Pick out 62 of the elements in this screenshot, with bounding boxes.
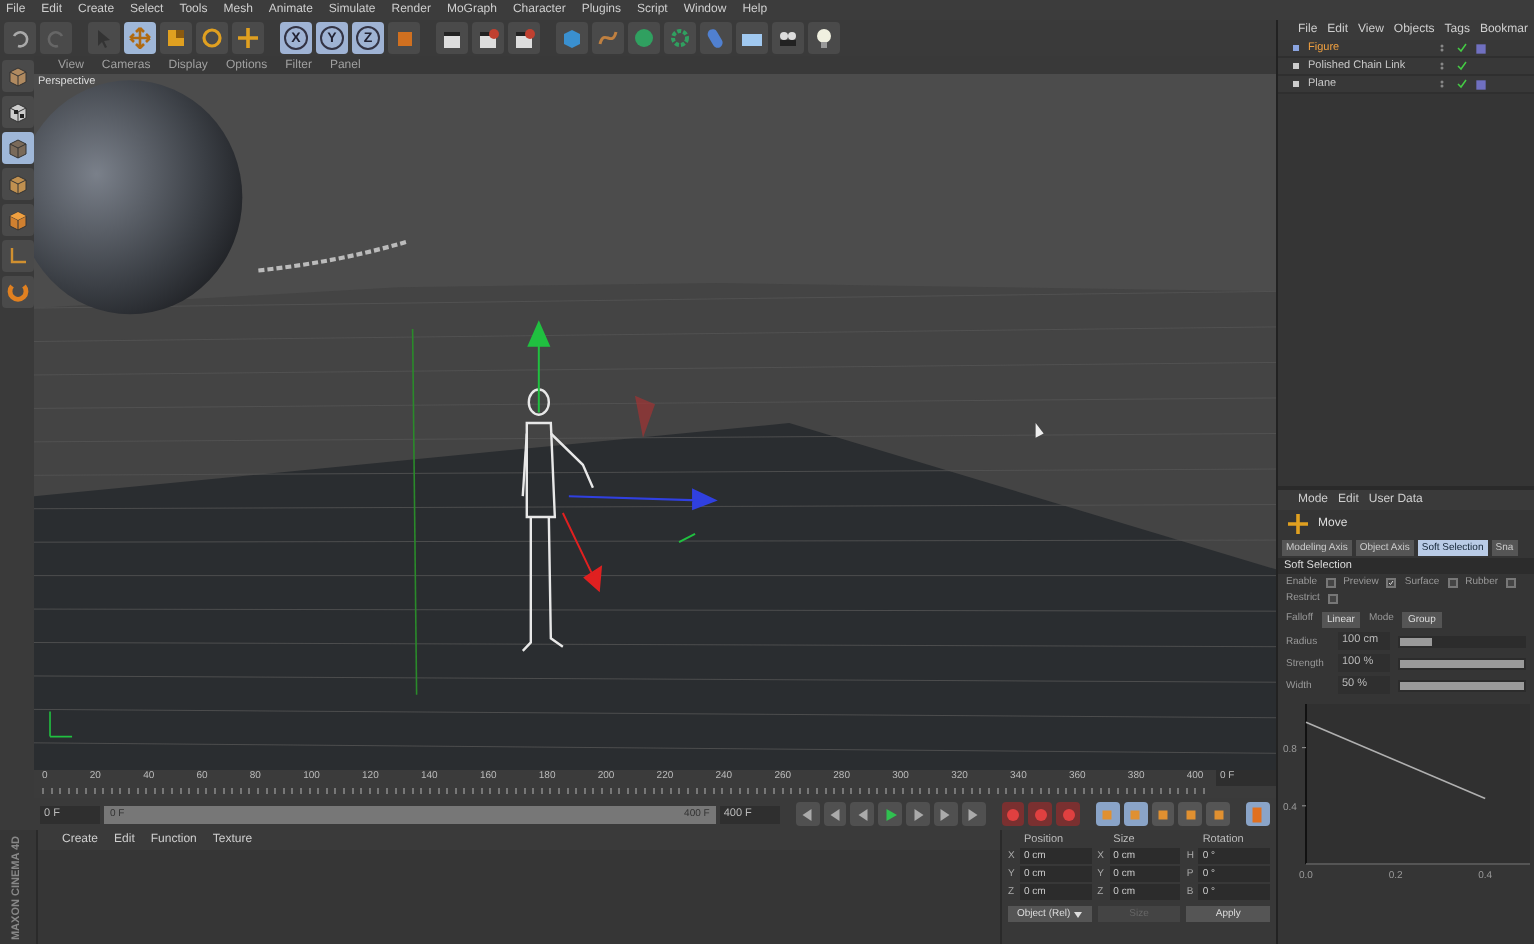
tag-icon bbox=[1474, 41, 1488, 55]
autokey-button[interactable] bbox=[1028, 802, 1053, 826]
checker-cube-icon bbox=[5, 100, 29, 124]
next-key-button[interactable] bbox=[933, 802, 958, 826]
clapperboard-icon bbox=[440, 26, 464, 50]
camera-icon bbox=[776, 26, 800, 50]
position-key-button[interactable] bbox=[1095, 802, 1120, 826]
next-frame-button[interactable] bbox=[906, 802, 930, 826]
nurbs-button[interactable] bbox=[628, 22, 660, 54]
capsule-icon bbox=[704, 26, 728, 50]
plus-icon bbox=[1286, 512, 1310, 536]
spline-button[interactable] bbox=[592, 22, 624, 54]
environment-button[interactable] bbox=[736, 22, 768, 54]
render-picture-button[interactable] bbox=[472, 22, 504, 54]
tool-button[interactable] bbox=[232, 22, 264, 54]
checkbox[interactable] bbox=[1327, 593, 1338, 603]
spline-icon bbox=[596, 26, 620, 50]
record-button[interactable] bbox=[1001, 802, 1025, 826]
undo-button[interactable] bbox=[4, 22, 36, 54]
tool-button[interactable] bbox=[196, 22, 228, 54]
clapperboard-icon bbox=[512, 26, 536, 50]
coordinate-system-button[interactable] bbox=[388, 22, 420, 54]
checkbox[interactable] bbox=[1386, 577, 1397, 587]
keyframe-selection-button[interactable] bbox=[1056, 802, 1080, 826]
undo-icon bbox=[8, 26, 32, 50]
play-icon bbox=[881, 805, 900, 823]
plus-icon bbox=[236, 26, 260, 50]
redo-icon bbox=[44, 26, 68, 50]
point-level-key-button[interactable] bbox=[1206, 802, 1231, 826]
checkbox[interactable] bbox=[1325, 577, 1336, 587]
rotation-key-button[interactable] bbox=[1151, 802, 1175, 826]
camera-button[interactable] bbox=[772, 22, 804, 54]
magnet-icon bbox=[5, 280, 29, 304]
previous-key-button[interactable] bbox=[823, 802, 847, 826]
mode-button[interactable] bbox=[1, 132, 33, 164]
sphere-icon bbox=[632, 26, 656, 50]
scale-key-button[interactable] bbox=[1123, 802, 1148, 826]
clapperboard-icon bbox=[476, 26, 500, 50]
render-view-button[interactable] bbox=[436, 22, 468, 54]
go-to-start-button[interactable] bbox=[795, 802, 820, 826]
go-to-end-button[interactable] bbox=[961, 802, 986, 826]
array-button[interactable] bbox=[664, 22, 696, 54]
gear-icon bbox=[668, 26, 692, 50]
deformer-button[interactable] bbox=[700, 22, 732, 54]
axis-icon bbox=[5, 244, 29, 268]
mode-button[interactable] bbox=[1, 240, 33, 272]
mode-button[interactable] bbox=[1, 96, 33, 128]
parameter-key-button[interactable] bbox=[1178, 802, 1203, 826]
cube-object-button[interactable] bbox=[556, 22, 588, 54]
tool-button[interactable] bbox=[160, 22, 192, 54]
light-button[interactable] bbox=[808, 22, 840, 54]
mode-button[interactable] bbox=[1, 204, 33, 236]
checkbox[interactable] bbox=[1506, 577, 1517, 587]
render-settings-button[interactable] bbox=[508, 22, 540, 54]
play-button[interactable] bbox=[878, 802, 903, 826]
tag-icon bbox=[1474, 77, 1488, 91]
slider-track[interactable] bbox=[1398, 635, 1526, 647]
light-bulb-icon bbox=[812, 26, 836, 50]
previous-frame-button[interactable] bbox=[850, 802, 875, 826]
rotate-icon bbox=[200, 26, 224, 50]
move-icon bbox=[128, 26, 152, 50]
checkbox[interactable] bbox=[1447, 577, 1458, 587]
